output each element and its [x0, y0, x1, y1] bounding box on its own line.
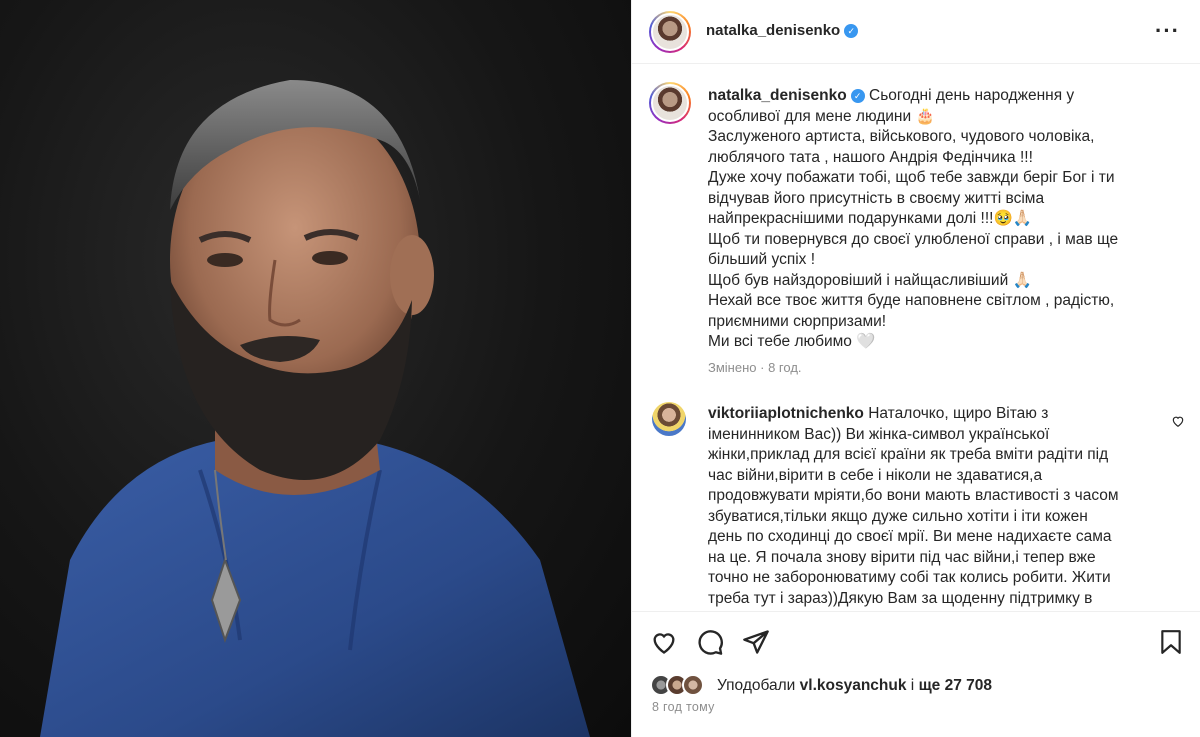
comment-line: продовжувати мріяти,бо вони мають власти…	[708, 487, 1119, 504]
comment-line: іменинником Вас)) Ви жінка-символ україн…	[708, 425, 1050, 443]
likes-middle: і	[910, 677, 915, 694]
comment-line: треба тут і зараз))Дякую Вам за щоденну …	[708, 589, 1093, 607]
caption-age[interactable]: 8 год.	[768, 360, 801, 375]
caption-line: Сьогодні день народження у	[869, 87, 1075, 104]
caption-line: приємними сюрпризами!	[708, 312, 887, 330]
post-timestamp[interactable]: 8 год тому	[652, 700, 715, 714]
caption-line: люблячого тата , нашого Андрія Федінчика…	[708, 148, 1033, 166]
caption-line: особливої для мене людини 🎂	[708, 107, 935, 125]
caption-avatar[interactable]	[649, 82, 691, 124]
action-bar	[632, 611, 1200, 671]
caption-text: natalka_denisenko ✓ Сьогодні день народже…	[708, 86, 1178, 353]
post-photo[interactable]	[0, 0, 631, 737]
liker-avatar[interactable]	[682, 674, 704, 696]
caption-line: Нехай все твоє життя буде наповнене світ…	[708, 292, 1115, 309]
caption-line: відчував його присутність в своєму житті…	[708, 189, 1045, 207]
comment-line: точно не заборонюватиму собі так колись …	[708, 569, 1111, 586]
caption-line: Щоб ти повернувся до своєї улюбленої спр…	[708, 230, 1119, 248]
caption-line: Щоб був найздоровіший і найщасливіший 🙏🏻	[708, 271, 1032, 289]
comment-bubble-icon[interactable]	[696, 628, 724, 656]
likes-prefix: Уподобали	[717, 677, 796, 694]
verified-badge-icon: ✓	[850, 89, 865, 103]
comment-line: Наталочко, щиро Вітаю з	[868, 405, 1049, 422]
post-header: natalka_denisenko ✓ ···	[632, 0, 1200, 64]
caption-line: Заслуженого артиста, військового, чудово…	[708, 128, 1095, 145]
comment-line: збуватися,тільки якщо дуже сильно хотіти…	[708, 507, 1088, 525]
meta-separator: ·	[760, 360, 765, 375]
likes-count[interactable]: ще 27 708	[919, 677, 992, 694]
liker-username[interactable]: vl.kosyanchuk	[800, 677, 907, 694]
comment-text: viktoriiaplotnichenko Наталочко, щиро Ві…	[708, 404, 1158, 609]
paper-plane-icon[interactable]	[742, 628, 770, 656]
portrait-illustration	[40, 80, 590, 737]
caption-line: Дуже хочу побажати тобі, щоб тебе завжди…	[708, 169, 1115, 186]
caption-line: більший успіх !	[708, 251, 816, 268]
heart-outline-small-icon[interactable]	[1171, 414, 1185, 428]
caption-username[interactable]: natalka_denisenko	[708, 87, 847, 104]
edited-label: Змінено	[708, 360, 757, 375]
commenter-username[interactable]: viktoriiaplotnichenko	[708, 405, 864, 422]
comment-line: час війни,вірити в себе і ніколи не здав…	[708, 466, 1043, 484]
more-options-icon[interactable]: ···	[1155, 18, 1180, 44]
caption-meta: Змінено · 8 год.	[708, 360, 802, 375]
bookmark-icon[interactable]	[1158, 628, 1184, 656]
comment-line: жінки,приклад для всієї країни як треба …	[708, 446, 1109, 463]
likes-text: Уподобали vl.kosyanchuk і ще 27 708	[717, 677, 992, 695]
caption-line: найпрекраснішими подарунками долі !!!🥹🙏🏻	[708, 210, 1033, 227]
commenter-avatar[interactable]	[652, 402, 686, 436]
verified-badge-icon: ✓	[844, 24, 859, 38]
author-username[interactable]: natalka_denisenko ✓	[706, 22, 859, 39]
caption-line: Ми всі тебе любимо 🤍	[708, 333, 876, 350]
likes-summary: Уподобали vl.kosyanchuk і ще 27 708	[650, 674, 1190, 698]
author-avatar[interactable]	[649, 11, 691, 53]
comment-item: viktoriiaplotnichenko Наталочко, щиро Ві…	[632, 396, 1200, 611]
post-details-panel: natalka_denisenko ✓ ··· natalka_denisenko…	[631, 0, 1200, 737]
comment-line: на це. Я почала знову вірити під час вій…	[708, 548, 1096, 566]
heart-outline-icon[interactable]	[650, 628, 678, 656]
comment-line: день по сходинці до своєї мрії. Ви мене …	[708, 528, 1112, 545]
